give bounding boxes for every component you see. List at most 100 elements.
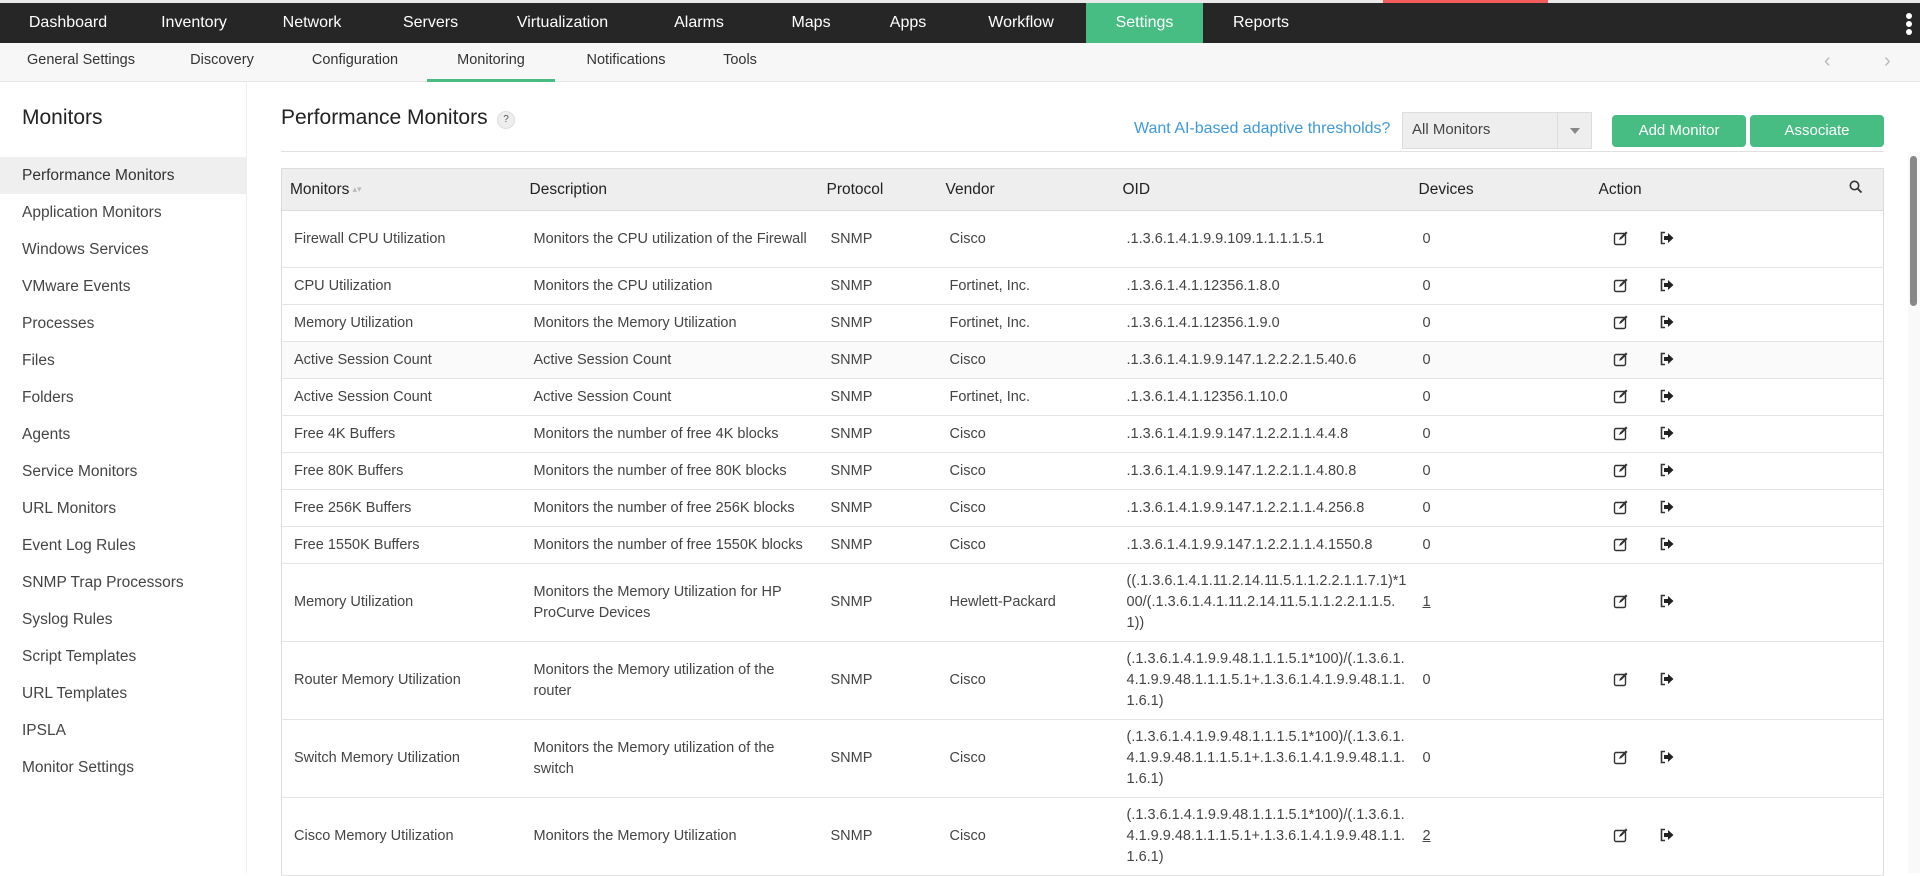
- sidebar-item-url-monitors[interactable]: URL Monitors: [0, 490, 247, 527]
- settings-subnavigation: ‹ › General Settings Discovery Configurati…: [0, 43, 1920, 82]
- sidebar-item-snmp-trap-processors[interactable]: SNMP Trap Processors: [0, 564, 247, 601]
- sidebar-item-windows-services[interactable]: Windows Services: [0, 231, 247, 268]
- help-icon[interactable]: ?: [497, 111, 515, 129]
- chevron-right-icon[interactable]: ›: [1884, 51, 1904, 71]
- topnav-item-apps[interactable]: Apps: [860, 3, 956, 43]
- sidebar-item-script-templates[interactable]: Script Templates: [0, 638, 247, 675]
- sidebar-item-vmware-events[interactable]: VMware Events: [0, 268, 247, 305]
- associate-export-icon[interactable]: [1659, 230, 1677, 248]
- associate-export-icon[interactable]: [1659, 314, 1677, 332]
- table-row[interactable]: Memory Utilization Monitors the Memory Ut…: [281, 563, 1884, 642]
- associate-export-icon[interactable]: [1659, 462, 1677, 480]
- table-row[interactable]: Switch Memory Utilization Monitors the Me…: [281, 719, 1884, 798]
- associate-export-icon[interactable]: [1659, 499, 1677, 517]
- table-row[interactable]: Free 256K Buffers Monitors the number of …: [281, 489, 1884, 527]
- associate-export-icon[interactable]: [1659, 593, 1677, 611]
- scrollbar-thumb[interactable]: [1910, 156, 1917, 306]
- associate-export-icon[interactable]: [1659, 351, 1677, 369]
- edit-icon[interactable]: [1613, 593, 1631, 611]
- topnav-item-network[interactable]: Network: [252, 3, 372, 43]
- sidebar-item-ipsla[interactable]: IPSLA: [0, 712, 247, 749]
- chevron-left-icon[interactable]: ‹: [1824, 51, 1844, 71]
- chevron-down-icon[interactable]: [1557, 113, 1591, 148]
- subnav-tab-discovery[interactable]: Discovery: [162, 43, 282, 82]
- table-row[interactable]: Active Session Count Active Session Count…: [281, 378, 1884, 416]
- monitor-filter-select[interactable]: All Monitors: [1402, 112, 1592, 149]
- table-row[interactable]: Memory Utilization Monitors the Memory Ut…: [281, 304, 1884, 342]
- devices-cell: 0: [1410, 489, 1591, 527]
- table-row[interactable]: Firewall CPU Utilization Monitors the CPU…: [281, 210, 1884, 268]
- edit-icon[interactable]: [1613, 462, 1631, 480]
- edit-icon[interactable]: [1613, 314, 1631, 332]
- oid-cell: .1.3.6.1.4.1.12356.1.9.0: [1114, 304, 1411, 342]
- column-header-monitors[interactable]: Monitors ▴▾: [281, 168, 522, 211]
- action-cell: [1590, 267, 1841, 305]
- table-row[interactable]: Router Memory Utilization Monitors the Me…: [281, 641, 1884, 720]
- performance-monitors-table: Monitors ▴▾ Description Protocol Vendor O…: [281, 168, 1884, 876]
- add-monitor-button[interactable]: Add Monitor: [1612, 115, 1746, 147]
- associate-export-icon[interactable]: [1659, 388, 1677, 406]
- associate-export-icon[interactable]: [1659, 536, 1677, 554]
- subnav-tab-tools[interactable]: Tools: [700, 43, 780, 82]
- sidebar-item-performance-monitors[interactable]: Performance Monitors: [0, 157, 247, 194]
- topnav-item-inventory[interactable]: Inventory: [136, 3, 252, 43]
- table-row[interactable]: Active Session Count Active Session Count…: [281, 341, 1884, 379]
- edit-icon[interactable]: [1613, 425, 1631, 443]
- topnav-item-alarms[interactable]: Alarms: [636, 3, 762, 43]
- edit-icon[interactable]: [1613, 230, 1631, 248]
- topnav-item-reports[interactable]: Reports: [1203, 3, 1319, 43]
- table-row[interactable]: Cisco Memory Utilization Monitors the Mem…: [281, 797, 1884, 876]
- topnav-item-settings[interactable]: Settings: [1086, 3, 1203, 43]
- sidebar-item-syslog-rules[interactable]: Syslog Rules: [0, 601, 247, 638]
- table-search[interactable]: [1840, 168, 1884, 211]
- associate-button[interactable]: Associate: [1750, 115, 1884, 147]
- subnav-tab-general-settings[interactable]: General Settings: [0, 43, 162, 82]
- devices-count-link[interactable]: 1: [1423, 594, 1431, 610]
- topnav-item-dashboard[interactable]: Dashboard: [0, 3, 136, 43]
- topnav-item-virtualization[interactable]: Virtualization: [489, 3, 636, 43]
- edit-icon[interactable]: [1613, 827, 1631, 845]
- topnav-item-maps[interactable]: Maps: [762, 3, 860, 43]
- table-row[interactable]: Free 80K Buffers Monitors the number of f…: [281, 452, 1884, 490]
- sidebar-item-application-monitors[interactable]: Application Monitors: [0, 194, 247, 231]
- subnav-tab-notifications[interactable]: Notifications: [563, 43, 689, 82]
- sidebar-item-folders[interactable]: Folders: [0, 379, 247, 416]
- subnav-tab-configuration[interactable]: Configuration: [292, 43, 418, 82]
- edit-icon[interactable]: [1613, 277, 1631, 295]
- associate-export-icon[interactable]: [1659, 749, 1677, 767]
- edit-icon[interactable]: [1613, 388, 1631, 406]
- devices-count-link[interactable]: 2: [1423, 828, 1431, 844]
- sort-icon[interactable]: ▴▾: [352, 184, 361, 195]
- ai-thresholds-link[interactable]: Want AI-based adaptive thresholds?: [1134, 120, 1390, 138]
- edit-icon[interactable]: [1613, 536, 1631, 554]
- sidebar-item-files[interactable]: Files: [0, 342, 247, 379]
- table-row[interactable]: CPU Utilization Monitors the CPU utilizat…: [281, 267, 1884, 305]
- topnav-item-workflow[interactable]: Workflow: [956, 3, 1086, 43]
- sidebar-item-service-monitors[interactable]: Service Monitors: [0, 453, 247, 490]
- monitor-name-cell: Free 256K Buffers: [281, 489, 522, 527]
- edit-icon[interactable]: [1613, 671, 1631, 689]
- table-row[interactable]: Free 1550K Buffers Monitors the number of…: [281, 526, 1884, 564]
- devices-count: 0: [1422, 230, 1431, 247]
- protocol-cell: SNMP: [818, 452, 938, 490]
- edit-icon[interactable]: [1613, 499, 1631, 517]
- edit-icon[interactable]: [1613, 749, 1631, 767]
- sidebar-item-agents[interactable]: Agents: [0, 416, 247, 453]
- sidebar-item-processes[interactable]: Processes: [0, 305, 247, 342]
- monitor-name-cell: Router Memory Utilization: [281, 641, 522, 720]
- edit-icon[interactable]: [1613, 351, 1631, 369]
- vendor-cell: Fortinet, Inc.: [937, 304, 1115, 342]
- sidebar-item-monitor-settings[interactable]: Monitor Settings: [0, 749, 247, 786]
- associate-export-icon[interactable]: [1659, 671, 1677, 689]
- protocol-cell: SNMP: [818, 378, 938, 416]
- associate-export-icon[interactable]: [1659, 277, 1677, 295]
- associate-export-icon[interactable]: [1659, 425, 1677, 443]
- sidebar-item-url-templates[interactable]: URL Templates: [0, 675, 247, 712]
- subnav-tab-monitoring[interactable]: Monitoring: [427, 43, 555, 82]
- table-row[interactable]: Free 4K Buffers Monitors the number of fr…: [281, 415, 1884, 453]
- more-options-icon[interactable]: [1906, 13, 1912, 35]
- search-icon[interactable]: [1849, 180, 1863, 194]
- sidebar-item-event-log-rules[interactable]: Event Log Rules: [0, 527, 247, 564]
- topnav-item-servers[interactable]: Servers: [372, 3, 489, 43]
- associate-export-icon[interactable]: [1659, 827, 1677, 845]
